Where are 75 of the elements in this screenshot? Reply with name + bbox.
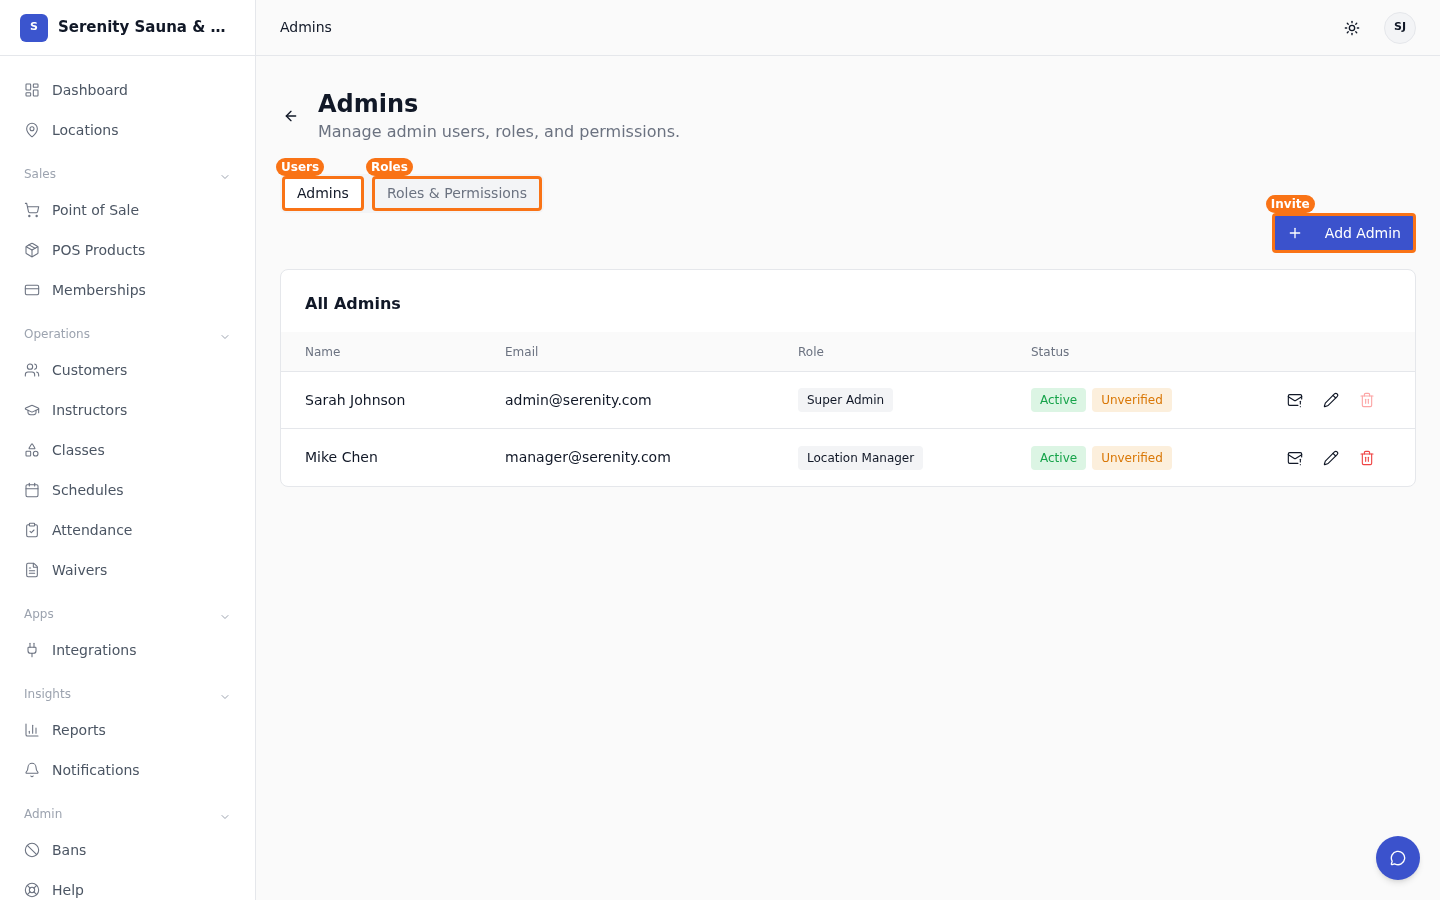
card-title: All Admins: [304, 293, 402, 315]
admin-email: manager@serenity.com: [505, 448, 671, 467]
add-admin-button[interactable]: Add Admin: [1271, 213, 1416, 253]
section-label: Insights: [24, 686, 71, 703]
section-label: Operations: [24, 326, 90, 343]
back-icon: [283, 108, 299, 124]
role-badge: Super Admin: [798, 388, 894, 412]
document-icon: [24, 562, 40, 578]
column-header: Role: [798, 343, 824, 361]
calendar-icon: [24, 482, 40, 498]
ban-icon: [24, 842, 40, 858]
section-label: Sales: [24, 166, 56, 183]
page-title: Admins: [318, 89, 420, 120]
sidebar-item[interactable]: Reports: [12, 710, 243, 750]
edit-button[interactable]: [1321, 390, 1341, 410]
role-badge: Location Manager: [798, 445, 924, 470]
status-badge: Unverified: [1092, 388, 1172, 412]
box-icon: [24, 242, 40, 258]
sidebar-item[interactable]: Memberships: [12, 270, 243, 310]
map-pin-icon: [24, 122, 40, 138]
clipboard-check-icon: [24, 522, 40, 538]
chat-button[interactable]: [1376, 836, 1420, 880]
section-label: Admin: [24, 806, 63, 823]
card-icon: [24, 282, 40, 298]
brand-logo: S: [20, 13, 48, 42]
users-icon: [24, 362, 40, 378]
sidebar-item[interactable]: Instructors: [12, 390, 243, 430]
annotation-tag: Invite: [1265, 195, 1315, 213]
sidebar-item[interactable]: Notifications: [12, 750, 243, 790]
page-subtitle: Manage admin users, roles, and permissions.: [318, 121, 681, 143]
admin-email: admin@serenity.com: [505, 390, 652, 410]
sidebar-item[interactable]: Locations: [12, 110, 243, 150]
sidebar-item[interactable]: Dashboard: [12, 70, 243, 110]
pencil-icon: [1323, 449, 1339, 466]
annotation-tag: Users: [276, 158, 325, 176]
sun-icon: [1344, 19, 1360, 36]
sidebar-item[interactable]: Waivers: [12, 550, 243, 590]
sidebar-item[interactable]: Integrations: [12, 630, 243, 670]
bell-icon: [24, 762, 40, 778]
cart-icon: [24, 202, 40, 218]
graduation-cap-icon: [24, 402, 40, 418]
brand-name: Serenity Sauna & …: [58, 17, 226, 39]
column-header: Name: [305, 343, 341, 361]
status-badge: Active: [1031, 445, 1087, 470]
admin-name: Sarah Johnson: [305, 390, 406, 410]
admin-name: Mike Chen: [305, 448, 378, 467]
plug-icon: [24, 642, 40, 658]
trash-icon: [1359, 392, 1375, 408]
sidebar-item[interactable]: Bans: [12, 830, 243, 870]
tab[interactable]: Roles & Permissions: [371, 176, 542, 211]
pencil-icon: [1323, 392, 1339, 408]
mail-icon: [1287, 392, 1303, 408]
bar-chart-icon: [24, 722, 40, 738]
trash-icon: [1359, 449, 1375, 466]
section-label: Apps: [24, 606, 54, 623]
sidebar-item[interactable]: Schedules: [12, 470, 243, 510]
sidebar-item[interactable]: Classes: [12, 430, 243, 470]
status-badge: Unverified: [1092, 445, 1172, 470]
mail-icon: [1287, 449, 1303, 466]
lifebuoy-icon: [24, 882, 40, 898]
annotation-tag: Roles: [365, 158, 413, 176]
tab[interactable]: Admins: [282, 176, 364, 211]
user-avatar[interactable]: SJ: [1384, 11, 1416, 44]
sidebar-item[interactable]: Attendance: [12, 510, 243, 550]
status-badge: Active: [1031, 388, 1087, 412]
sidebar-item[interactable]: Customers: [12, 350, 243, 390]
chat-icon: [1390, 850, 1406, 866]
column-header: Email: [505, 343, 539, 361]
sidebar-item[interactable]: Point of Sale: [12, 190, 243, 230]
shapes-icon: [24, 442, 40, 458]
sidebar-item[interactable]: Help: [12, 870, 243, 900]
sidebar-item[interactable]: POS Products: [12, 230, 243, 270]
dashboard-icon: [24, 82, 40, 98]
header-title: Admins: [280, 18, 332, 37]
column-header: Status: [1031, 343, 1070, 361]
